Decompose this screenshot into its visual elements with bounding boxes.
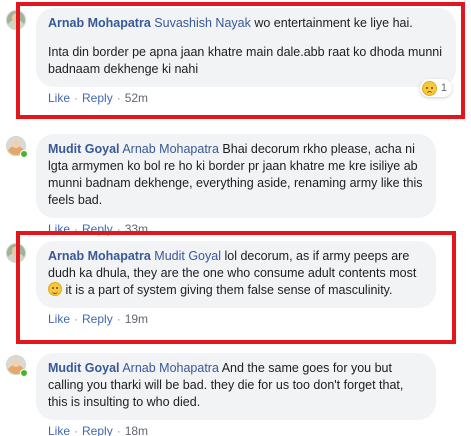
comment-actions: Like · Reply · 52m [48, 91, 149, 105]
like-link[interactable]: Like [48, 222, 70, 236]
reply-link[interactable]: Reply [82, 222, 113, 236]
sad-reaction-icon [421, 80, 437, 96]
reply-link[interactable]: Reply [82, 424, 113, 436]
comment-bubble: Arnab Mohapatra Mudit Goyal lol decorum,… [36, 241, 436, 308]
author-name[interactable]: Mudit Goyal [48, 142, 120, 156]
comment-bubble: Mudit Goyal Arnab Mohapatra And the same… [36, 353, 436, 420]
author-name[interactable]: Arnab Mohapatra [48, 249, 151, 263]
timestamp[interactable]: 19m [125, 312, 148, 326]
smiley-emoji-icon [48, 282, 62, 296]
online-status-dot [20, 150, 28, 158]
online-status-dot [20, 369, 28, 377]
mention-link[interactable]: Arnab Mohapatra [122, 361, 219, 375]
comment-bubble: Mudit Goyal Arnab Mohapatra Bhai decorum… [36, 134, 436, 218]
comment-bubble: Arnab Mohapatra Suvashish Nayak wo enter… [36, 8, 456, 97]
comment-1: Arnab Mohapatra Suvashish Nayak wo enter… [6, 8, 456, 106]
like-link[interactable]: Like [48, 312, 70, 326]
comment-text-paragraph: Inta din border pe apna jaan khatre main… [48, 45, 443, 76]
avatar[interactable] [6, 243, 26, 263]
avatar[interactable] [6, 10, 26, 30]
reply-link[interactable]: Reply [82, 91, 113, 105]
mention-link[interactable]: Suvashish Nayak [154, 16, 251, 30]
timestamp[interactable]: 52m [125, 91, 148, 105]
timestamp[interactable]: 33m [125, 222, 148, 236]
comment-actions: Like · Reply · 33m [48, 222, 149, 236]
comment-actions: Like · Reply · 19m [48, 312, 149, 326]
timestamp[interactable]: 18m [125, 424, 148, 436]
mention-link[interactable]: Arnab Mohapatra [122, 142, 219, 156]
like-link[interactable]: Like [48, 91, 70, 105]
comment-4: Mudit Goyal Arnab Mohapatra And the same… [6, 353, 456, 436]
reaction-count[interactable]: 1 [419, 79, 452, 97]
comment-2: Mudit Goyal Arnab Mohapatra Bhai decorum… [6, 134, 456, 237]
mention-link[interactable]: Mudit Goyal [154, 249, 221, 263]
comment-actions: Like · Reply · 18m [48, 424, 149, 436]
like-link[interactable]: Like [48, 424, 70, 436]
author-name[interactable]: Mudit Goyal [48, 361, 120, 375]
reply-link[interactable]: Reply [82, 312, 113, 326]
author-name[interactable]: Arnab Mohapatra [48, 16, 151, 30]
comment-3: Arnab Mohapatra Mudit Goyal lol decorum,… [6, 241, 456, 327]
comment-text: wo entertainment ke liye hai. [254, 16, 413, 30]
comment-text-continued: it is a part of system giving them false… [65, 283, 393, 297]
